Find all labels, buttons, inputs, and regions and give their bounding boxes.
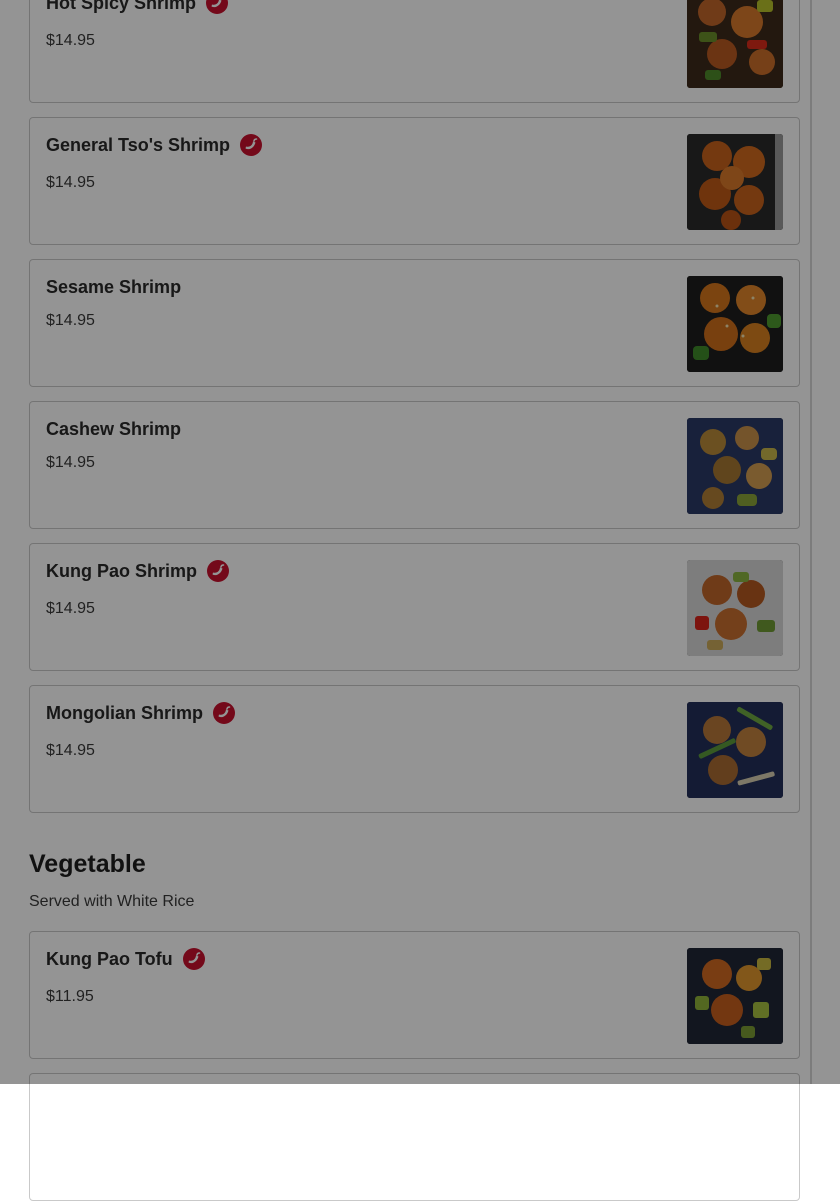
menu-item-card[interactable]: Kung Pao Tofu $11.95 [29,931,800,1059]
item-name: Cashew Shrimp [46,418,182,439]
chili-pepper-icon [206,559,230,583]
dish-photo[interactable] [687,276,783,372]
menu-item-card[interactable]: Mongolian Shrimp $14.95 [29,685,800,813]
item-price: $14.95 [46,312,95,329]
menu-item-card[interactable]: Cashew Shrimp $14.95 [29,401,800,529]
menu-page: Hot Spicy Shrimp $14.95 General Tso's Sh… [0,0,840,1201]
item-name-row: Mongolian Shrimp [46,700,236,726]
item-name: Kung Pao Tofu [46,948,173,969]
chili-pepper-icon [182,947,206,971]
chili-pepper-icon [212,701,236,725]
item-name: Hot Spicy Shrimp [46,0,197,13]
section-title: Vegetable [29,850,146,878]
item-name-row: General Tso's Shrimp [46,132,263,158]
chili-pepper-icon [205,0,229,15]
item-price: $14.95 [46,174,95,191]
item-name: General Tso's Shrimp [46,134,230,155]
chili-pepper-icon [239,133,263,157]
item-name-row: Hot Spicy Shrimp [46,0,229,16]
dish-photo[interactable] [687,560,783,656]
item-name-row: Kung Pao Tofu [46,946,206,972]
item-name: Kung Pao Shrimp [46,560,198,581]
item-name-row: Sesame Shrimp [46,274,181,300]
item-name: Sesame Shrimp [46,276,182,297]
item-name: Mongolian Shrimp [46,702,203,723]
dish-photo[interactable] [687,418,783,514]
menu-item-card[interactable]: General Tso's Shrimp $14.95 [29,117,800,245]
dish-photo[interactable] [687,134,783,230]
section-subtitle: Served with White Rice [29,893,195,910]
scrollbar[interactable] [810,0,812,1084]
dish-photo[interactable] [687,0,783,88]
menu-item-card[interactable]: Kung Pao Shrimp $14.95 [29,543,800,671]
item-price: $14.95 [46,600,95,617]
item-price: $14.95 [46,454,95,471]
menu-item-card[interactable] [29,1073,800,1201]
item-price: $14.95 [46,742,95,759]
item-name-row: Cashew Shrimp [46,416,181,442]
item-price: $14.95 [46,32,95,49]
dish-photo[interactable] [687,948,783,1044]
item-name-row: Kung Pao Shrimp [46,558,230,584]
dish-photo[interactable] [687,702,783,798]
item-price: $11.95 [46,988,94,1005]
menu-item-card[interactable]: Hot Spicy Shrimp $14.95 [29,0,800,103]
menu-item-card[interactable]: Sesame Shrimp $14.95 [29,259,800,387]
